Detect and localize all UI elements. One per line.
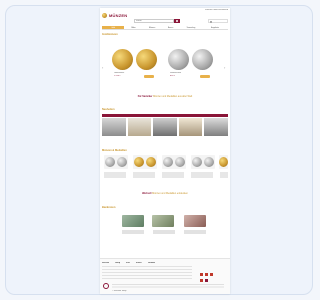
web-page: Kontakt Konto Warenkorb MÜNZEN Suche Gol… [100, 8, 230, 294]
footer-col-title: Info [126, 262, 130, 264]
coin-card[interactable] [219, 155, 228, 169]
banknote-captions [122, 230, 206, 234]
logo-text: MÜNZEN [109, 13, 128, 18]
coin-image [117, 157, 127, 167]
silver-coin-1[interactable] [168, 49, 189, 70]
footer-col-title: Konto [135, 262, 142, 264]
banknote-image[interactable] [122, 215, 144, 227]
logo[interactable]: MÜNZEN [102, 12, 130, 18]
search-button[interactable] [174, 19, 180, 23]
topbar-link-account[interactable]: Konto [212, 9, 217, 11]
headline-1-text: Münzen und Medaillen aus aller Welt [153, 95, 193, 98]
chevron-left-icon[interactable]: ‹ [102, 66, 105, 70]
main-nav: Gold Silber Münzen Barren Sammlung Angeb… [102, 26, 228, 30]
logo-coin-icon [102, 12, 107, 18]
social-icon[interactable] [200, 273, 203, 276]
coin-card[interactable] [104, 155, 128, 169]
footer-col-title: Shop [115, 262, 121, 264]
coin-image [204, 157, 214, 167]
hero-item-price-2: 890 € [170, 75, 176, 77]
coin-image [175, 157, 185, 167]
footer-links[interactable] [102, 266, 192, 280]
search-input[interactable]: Suche [134, 19, 174, 23]
hero-item-label-2: Silbermünze [170, 72, 182, 74]
section-4-title: Banknoten [102, 206, 116, 209]
coin-card[interactable] [191, 155, 215, 169]
add-to-cart-button-2[interactable] [200, 75, 210, 78]
coin-image [192, 157, 202, 167]
search-icon [175, 19, 178, 23]
section-2-title: Neuheiten [102, 108, 115, 111]
cart-box[interactable] [208, 19, 228, 23]
banknote-image[interactable] [152, 215, 174, 227]
coin-image [219, 157, 228, 167]
headline-2: Wertvoll Münzen und Medaillen entdecken [100, 192, 230, 195]
gold-coin-2[interactable] [136, 49, 157, 70]
product-thumb[interactable] [127, 118, 152, 136]
banknote-image[interactable] [184, 215, 206, 227]
tab-muenzen[interactable]: Münzen [143, 26, 162, 29]
tab-silber[interactable]: Silber [124, 26, 143, 29]
footer-copyright: © Münzen Shop [112, 290, 127, 292]
product-thumb[interactable] [204, 118, 228, 136]
section-3-title: Münzen & Medaillen [102, 149, 127, 152]
product-thumb[interactable] [102, 118, 126, 136]
social-icon[interactable] [205, 273, 208, 276]
headline-1: Für Sammler Münzen und Medaillen aus all… [100, 95, 230, 98]
product-strip [102, 118, 228, 136]
tab-angebote[interactable]: Angebote [202, 26, 228, 29]
add-to-cart-button-1[interactable] [144, 75, 154, 78]
payment-icon [205, 279, 208, 282]
coin-grid [104, 155, 228, 179]
footer-columns: Service Shop Info Konto Kontakt [102, 262, 202, 264]
coin-card[interactable] [162, 155, 186, 169]
social-icons [200, 273, 226, 277]
footer-col-title: Service [102, 262, 110, 264]
coin-captions [104, 172, 228, 178]
topbar-links[interactable]: Kontakt Konto Warenkorb [188, 9, 228, 11]
cart-icon [210, 21, 212, 23]
chevron-right-icon[interactable]: › [224, 66, 227, 70]
gold-coin-1[interactable] [112, 49, 133, 70]
hero-title: Goldmünzen [102, 33, 118, 36]
footer-col-title: Kontakt [147, 262, 156, 264]
coin-image [163, 157, 173, 167]
coin-image [134, 157, 144, 167]
headline-2-text: Münzen und Medaillen entdecken [152, 192, 188, 195]
payment-icons [200, 279, 226, 283]
hero-item-label-1: Goldmünze [114, 72, 125, 74]
silver-coin-2[interactable] [192, 49, 213, 70]
hero-item-price-1: 1.250 € [114, 75, 121, 77]
footer: Service Shop Info Konto Kontakt © Münzen… [100, 258, 230, 294]
product-thumb[interactable] [153, 118, 177, 136]
headline-1-prefix: Für Sammler [137, 95, 153, 98]
payment-icon [200, 279, 203, 282]
footer-legal-text [112, 284, 224, 289]
product-thumb[interactable] [178, 118, 203, 136]
coin-image [105, 157, 115, 167]
social-icon[interactable] [210, 273, 213, 276]
headline-2-prefix: Wertvoll [142, 192, 152, 195]
tab-gold[interactable]: Gold [102, 26, 125, 29]
topbar-link-cart[interactable]: Warenkorb [218, 9, 228, 11]
coin-card[interactable] [133, 155, 157, 169]
topbar-link-contact[interactable]: Kontakt [205, 9, 212, 11]
tab-sammlung[interactable]: Sammlung [180, 26, 202, 29]
section-2-bar [102, 114, 228, 117]
footer-seal-icon [103, 283, 109, 289]
coin-image [146, 157, 156, 167]
tab-barren[interactable]: Barren [161, 26, 180, 29]
